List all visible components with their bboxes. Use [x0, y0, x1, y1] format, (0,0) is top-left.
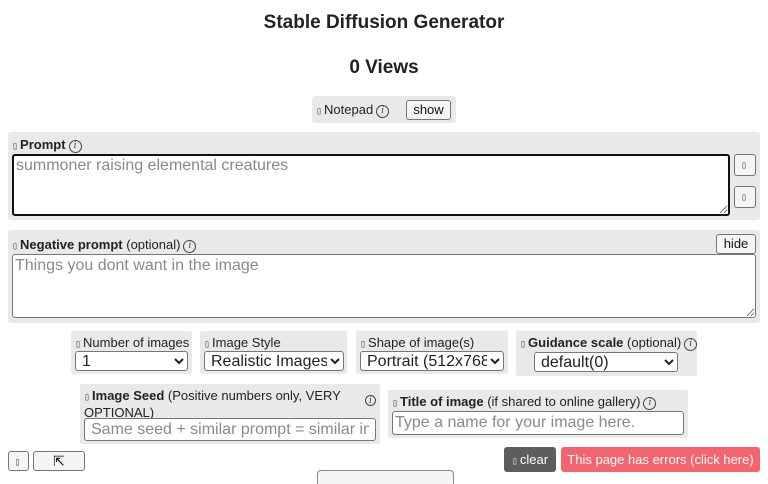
guidance-optional: (optional) [627, 335, 682, 350]
info-icon[interactable]: i [68, 140, 82, 153]
negative-prompt-label: Negative prompt [20, 237, 123, 252]
seed-label-wrap: ▯ Image Seed (Positive numbers only, VERY… [84, 388, 360, 420]
notepad-panel: ▯ Notepad i show [312, 96, 456, 123]
shape-icon: ▯ [360, 339, 367, 350]
info-icon[interactable]: i [365, 395, 376, 406]
image-style-icon: ▯ [204, 339, 211, 350]
num-images-select[interactable]: 1 [75, 351, 188, 371]
notepad-label: Notepad [324, 102, 374, 117]
image-title-note: (if shared to online gallery) [487, 394, 641, 409]
seed-input[interactable] [84, 418, 376, 441]
guidance-icon: ▯ [520, 339, 527, 350]
generate-button-partial[interactable] [317, 470, 454, 484]
negative-prompt-hide-button[interactable]: hide [716, 234, 756, 254]
info-icon[interactable]: i [376, 105, 390, 118]
info-icon[interactable]: i [643, 397, 657, 410]
notepad-icon: ▯ [316, 106, 323, 117]
image-title-icon: ▯ [392, 398, 399, 409]
seed-label: Image Seed [92, 388, 165, 403]
image-title-input[interactable] [392, 411, 684, 435]
notepad-show-button[interactable]: show [406, 100, 451, 120]
image-style-tile: ▯ Image Style Realistic Images [200, 331, 347, 374]
num-images-icon: ▯ [75, 339, 82, 350]
guidance-label: Guidance scale [528, 335, 624, 350]
prompt-side-button-2[interactable]: ▯ [734, 186, 756, 208]
seed-tile: ▯ Image Seed (Positive numbers only, VERY… [80, 384, 380, 444]
page-title: Stable Diffusion Generator [263, 12, 505, 33]
negative-prompt-optional: (optional) [126, 237, 181, 252]
clear-label: clear [519, 452, 549, 467]
prompt-label: Prompt [20, 137, 66, 152]
image-title-label: Title of image [400, 394, 484, 409]
shape-label: Shape of image(s) [368, 335, 475, 350]
image-title-tile: ▯ Title of image (if shared to online gal… [388, 390, 688, 438]
negative-prompt-panel: ▯ Negative prompt (optional) i hide [8, 230, 760, 323]
views-counter: 0 Views [349, 57, 419, 78]
prompt-label-wrap: ▯ Prompt i [12, 137, 82, 153]
num-images-tile: ▯ Number of images 1 [71, 331, 192, 374]
guidance-label-wrap: ▯ Guidance scale (optional) i [520, 335, 698, 351]
prompt-side-button-1[interactable]: ▯ [734, 154, 756, 176]
image-style-label: Image Style [212, 335, 281, 350]
num-images-label: Number of images [83, 335, 190, 350]
notepad-label-wrap: ▯ Notepad i [316, 102, 390, 118]
expand-icon: ⇱ [53, 453, 65, 469]
num-images-label-wrap: ▯ Number of images [75, 335, 189, 350]
negative-prompt-textarea[interactable] [12, 254, 756, 318]
image-title-label-wrap: ▯ Title of image (if shared to online gal… [392, 394, 657, 410]
info-icon[interactable]: i [183, 240, 197, 253]
clear-icon: ▯ [511, 456, 518, 467]
shape-select[interactable]: Portrait (512x768) [360, 351, 504, 371]
errors-button[interactable]: This page has errors (click here) [561, 447, 760, 472]
expand-button[interactable]: ⇱ [33, 451, 85, 471]
shape-label-wrap: ▯ Shape of image(s) [360, 335, 474, 350]
prompt-textarea[interactable] [12, 154, 730, 216]
negative-prompt-icon: ▯ [12, 241, 19, 252]
shape-tile: ▯ Shape of image(s) Portrait (512x768) [356, 331, 508, 374]
square-icon: ▯ [14, 457, 21, 468]
info-icon[interactable]: i [684, 338, 698, 351]
clear-button[interactable]: ▯ clear [504, 447, 556, 472]
image-style-label-wrap: ▯ Image Style [204, 335, 281, 350]
guidance-tile: ▯ Guidance scale (optional) i default(0) [516, 331, 698, 376]
errors-label: This page has errors (click here) [567, 452, 754, 467]
seed-icon: ▯ [84, 392, 91, 403]
square-icon: ▯ [740, 160, 748, 171]
prompt-panel: ▯Prompti ▯ ▯ [8, 132, 760, 220]
prompt-icon: ▯ [12, 141, 19, 152]
small-square-button[interactable]: ▯ [8, 451, 29, 471]
negative-prompt-label-wrap: ▯ Negative prompt (optional) i [12, 237, 197, 253]
square-icon: ▯ [740, 192, 748, 203]
image-style-select[interactable]: Realistic Images [204, 351, 344, 371]
guidance-select[interactable]: default(0) [534, 352, 678, 372]
